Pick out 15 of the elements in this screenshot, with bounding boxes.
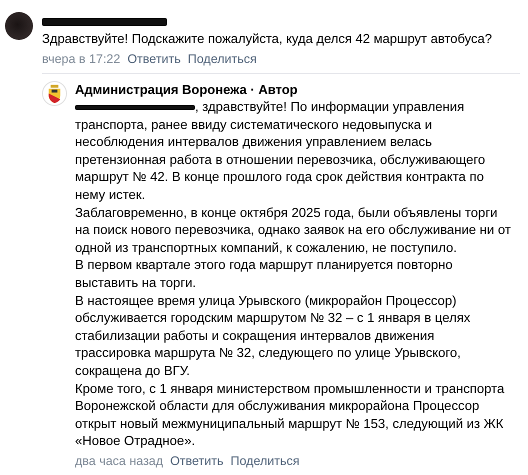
author-name[interactable]: Администрация Воронежа · Автор [75,81,513,98]
reply-paragraph: В первом квартале этого года маршрут планируется повторно выставить на торги. [75,256,454,292]
reply-paragraph: Заблаговременно, в конце октября 2025 года, были объявлены торги на поиск нового перевозчика, однако заявок на его обслуживание ни от одной из транспортных компаний, к сожалению, не поступило. [75,204,512,256]
timestamp: два часа назад [75,452,164,470]
timestamp: вчера в 17:22 [42,51,120,68]
action-link[interactable]: Поделиться [188,50,257,68]
reply-paragraph: В настоящее время улица Урывского (микрорайон Процессор) обслуживается городским маршрутом № 32 – с 1 января в целях стабилизации работы и сокращения интервалов движения трассировка маршрута № 32, следующего по улице Урывского, сокращена до ВГУ. [75,292,472,380]
action-link[interactable]: Ответить [170,452,224,470]
reply-paragraph: , здравствуйте! По информации управления транспорта, ранее ввиду систематического недовыпуска и несоблюдения интервалов движения управлением велась претензионная работа в отношении перевозчика, обслуживающего маршрут № 42. В конце прошлого года срок действия контракта по нему истек. [75,98,486,204]
coat-of-arms-icon[interactable] [42,81,67,106]
action-link[interactable]: Ответить [127,50,181,68]
action-link[interactable]: Поделиться [230,452,300,470]
avatar[interactable] [5,12,33,40]
comment-text: Здравствуйте! Подскажите пожалуйста, куда делся 42 маршрут автобуса? [42,30,493,48]
reply-paragraph: Кроме того, с 1 января министерством промышленности и транспорта Воронежской области для обслуживания микрорайона Процессор открыт новый межмуниципальный маршрут № 153, следующий из ЖК «Новое Отрадное». [75,380,506,450]
